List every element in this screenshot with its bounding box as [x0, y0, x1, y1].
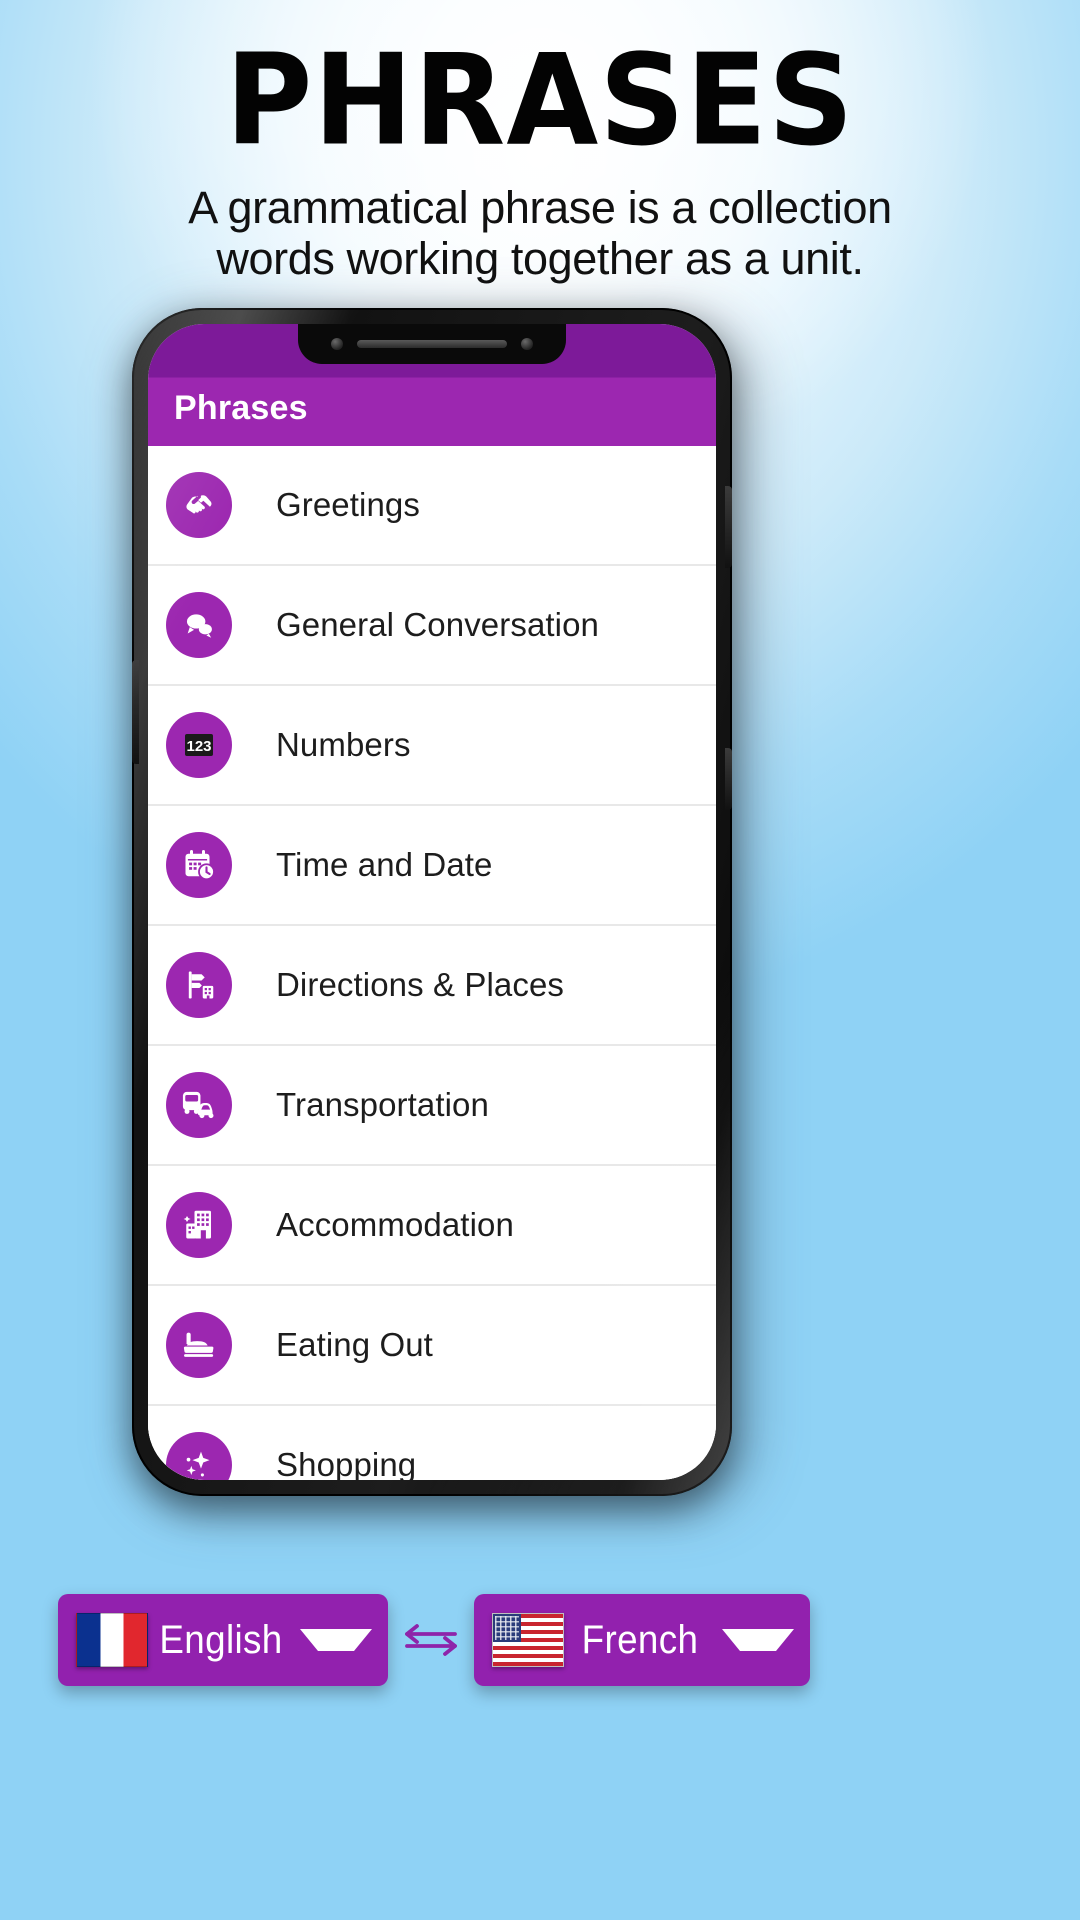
phone-screen: Phrases Greetings General Conversation 1…	[148, 324, 716, 1480]
front-camera-icon	[331, 338, 343, 350]
list-item-label: Time and Date	[276, 846, 493, 883]
list-item-label: Shopping	[276, 1446, 417, 1480]
phone-volume-button[interactable]	[132, 660, 139, 764]
swap-arrows-icon	[405, 1624, 457, 1656]
flag-usa-icon	[492, 1613, 564, 1667]
shopping-sparkle-icon	[166, 1432, 232, 1480]
list-item-numbers[interactable]: 123 Numbers	[148, 686, 716, 806]
language-selector-bar: English French	[0, 1582, 1080, 1698]
list-item-time-and-date[interactable]: Time and Date	[148, 806, 716, 926]
phone-frame: Phrases Greetings General Conversation 1…	[132, 308, 732, 1496]
list-item-shopping[interactable]: Shopping	[148, 1406, 716, 1480]
proximity-sensor-icon	[521, 338, 533, 350]
handshake-icon	[166, 472, 232, 538]
list-item-label: Directions & Places	[276, 966, 565, 1003]
subtitle-line-2: words working together as a unit.	[216, 233, 864, 285]
list-item-label: General Conversation	[276, 606, 600, 643]
phrase-category-list[interactable]: Greetings General Conversation 123 Numbe…	[148, 446, 716, 1480]
list-item-general-conversation[interactable]: General Conversation	[148, 566, 716, 686]
list-item-directions-places[interactable]: Directions & Places	[148, 926, 716, 1046]
phone-notch	[298, 324, 566, 364]
app-bar-title: Phrases	[174, 389, 308, 427]
list-item-label: Numbers	[276, 726, 411, 763]
list-item-label: Greetings	[276, 486, 420, 523]
numbers-123-icon: 123	[166, 712, 232, 778]
svg-text:123: 123	[186, 738, 211, 755]
target-language-label: French	[581, 1617, 699, 1662]
list-item-accommodation[interactable]: Accommodation	[148, 1166, 716, 1286]
phone-mockup: Phrases Greetings General Conversation 1…	[124, 300, 764, 1520]
page-title: PHRASES	[225, 28, 855, 174]
list-item-transportation[interactable]: Transportation	[148, 1046, 716, 1166]
flag-france-icon	[76, 1613, 148, 1667]
list-item-greetings[interactable]: Greetings	[148, 446, 716, 566]
subtitle-line-1: A grammatical phrase is a collection	[188, 182, 892, 233]
chevron-down-icon[interactable]	[300, 1629, 372, 1651]
source-language-selector[interactable]: English	[58, 1594, 388, 1686]
source-language-label: English	[159, 1617, 283, 1662]
food-tray-icon	[166, 1312, 232, 1378]
hero-header: PHRASES A grammatical phrase is a collec…	[0, 0, 1080, 285]
hotel-building-icon	[166, 1192, 232, 1258]
calendar-clock-icon	[166, 832, 232, 898]
list-item-label: Eating Out	[276, 1326, 433, 1363]
swap-languages-button[interactable]	[388, 1615, 474, 1665]
signpost-icon	[166, 952, 232, 1018]
list-item-eating-out[interactable]: Eating Out	[148, 1286, 716, 1406]
target-language-selector[interactable]: French	[474, 1594, 810, 1686]
bus-car-icon	[166, 1072, 232, 1138]
list-item-label: Transportation	[276, 1086, 489, 1123]
chevron-down-icon[interactable]	[722, 1629, 794, 1651]
chat-bubbles-icon	[166, 592, 232, 658]
phone-side-button-lower[interactable]	[725, 748, 732, 810]
phone-side-button-upper[interactable]	[725, 486, 732, 568]
earpiece-speaker	[357, 340, 507, 348]
list-item-label: Accommodation	[276, 1206, 514, 1243]
